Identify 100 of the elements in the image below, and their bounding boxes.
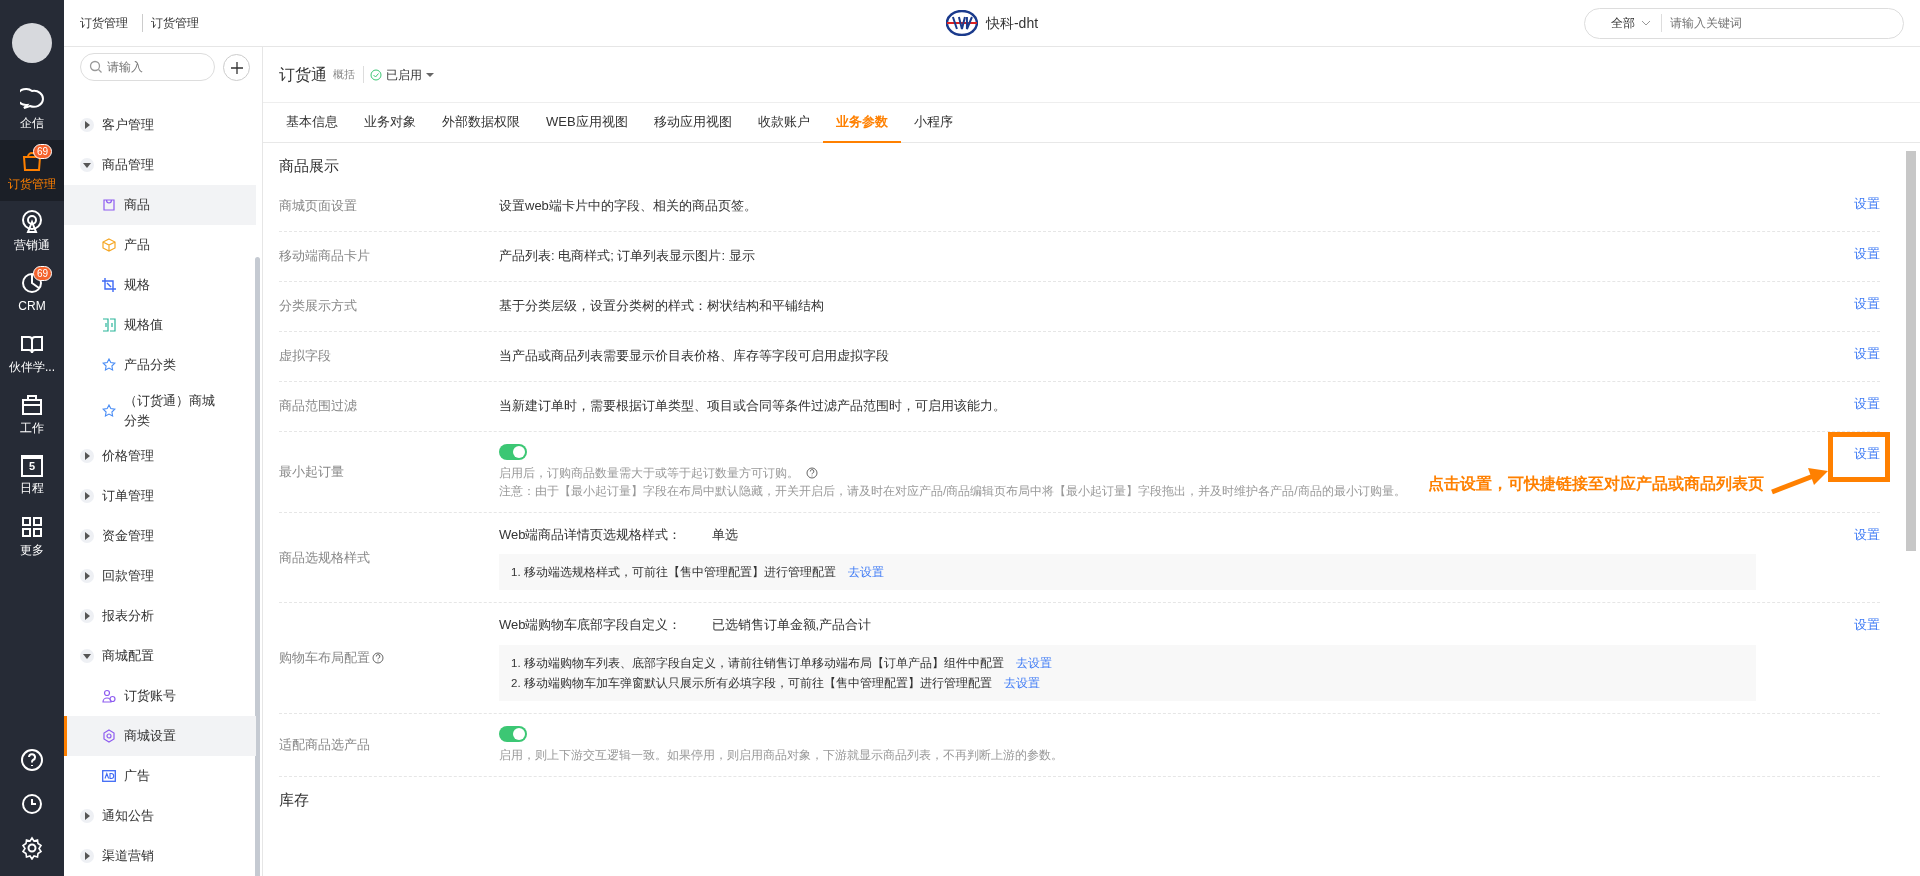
star-badge-icon	[102, 358, 116, 372]
rail-item[interactable]: 订货管理 69	[0, 140, 64, 201]
settings-link[interactable]: 设置	[1800, 243, 1880, 263]
rail-item[interactable]: 更多	[0, 506, 64, 567]
setting-label: 虚拟字段	[279, 347, 331, 366]
setting-description: 设置web端卡片中的字段、相关的商品页签。	[499, 197, 758, 216]
setting-label: 商品选规格样式	[279, 548, 370, 567]
tab[interactable]: 小程序	[900, 103, 966, 143]
setting-label: 商品范围过滤	[279, 397, 357, 416]
rail-item[interactable]: 伙伴学...	[0, 323, 64, 384]
star-badge-icon	[102, 403, 116, 418]
rail-item[interactable]: 5 日程	[0, 445, 64, 506]
sidebar-group[interactable]: 渠道营销	[64, 836, 262, 876]
sidebar-group[interactable]: 客户管理	[64, 105, 262, 145]
rail-item[interactable]: 工作	[0, 384, 64, 445]
scrollbar[interactable]	[255, 257, 260, 876]
setting-label: 适配商品选产品	[279, 735, 370, 754]
settings-icon[interactable]	[20, 836, 44, 860]
users-icon	[102, 689, 116, 703]
hint-text: 启用后，订购商品数量需大于或等于起订数量方可订购。	[499, 464, 799, 482]
breadcrumb-item[interactable]: 订货管理	[142, 14, 199, 32]
caret-down-icon	[83, 161, 91, 169]
caret-right-icon	[83, 532, 91, 540]
setting-description: 当产品或商品列表需要显示价目表价格、库存等字段可启用虚拟字段	[499, 347, 890, 366]
sidebar-item[interactable]: 产品分类	[64, 345, 256, 385]
logo-icon	[945, 10, 978, 36]
settings-link[interactable]: 设置	[1800, 615, 1880, 635]
caret-right-icon	[83, 572, 91, 580]
add-button[interactable]	[223, 53, 250, 81]
toggle-switch[interactable]	[499, 725, 527, 742]
chat-bubble-icon	[20, 87, 44, 112]
field-value: 单选	[711, 525, 738, 544]
plus-icon	[230, 61, 243, 74]
settings-link[interactable]: 设置	[1800, 443, 1880, 463]
breadcrumb-item[interactable]: 订货管理	[80, 14, 128, 32]
count-badge: 69	[33, 144, 53, 159]
sidebar-group[interactable]: 商城配置	[64, 636, 262, 676]
scope-dropdown[interactable]: 全部	[1585, 14, 1662, 32]
caret-right-icon	[83, 812, 91, 820]
sidebar-group[interactable]: 商品管理	[64, 145, 262, 185]
toggle-switch[interactable]	[499, 443, 527, 460]
rail-item[interactable]: 营销通	[0, 201, 64, 262]
briefcase-icon	[20, 392, 44, 417]
sidebar-item[interactable]: 订货账号	[64, 676, 256, 716]
sidebar-group[interactable]: 报表分析	[64, 596, 262, 636]
rail-item[interactable]: CRM 69	[0, 262, 64, 323]
sidebar-group[interactable]: 订单管理	[64, 476, 262, 516]
settings-link[interactable]: 设置	[1800, 293, 1880, 313]
status-dropdown[interactable]: 已启用	[370, 65, 434, 84]
sidebar-item[interactable]: 广告	[64, 756, 256, 796]
sidebar-group[interactable]: 通知公告	[64, 796, 262, 836]
search-field[interactable]: 请输入关键词	[1662, 13, 1862, 33]
help-icon[interactable]	[20, 748, 44, 772]
tab[interactable]: 基本信息	[273, 103, 351, 143]
setting-label: 商城页面设置	[279, 197, 357, 216]
sidebar-group[interactable]: 回款管理	[64, 556, 262, 596]
rail-item[interactable]: 企信	[0, 79, 64, 140]
tab[interactable]: 业务对象	[351, 103, 429, 143]
caret-right-icon	[83, 612, 91, 620]
framed-panel-icon	[102, 770, 116, 782]
grid-icon	[20, 514, 44, 539]
setting-link[interactable]: 去设置	[1015, 652, 1052, 673]
settings-link[interactable]: 设置	[1800, 343, 1880, 363]
sidebar-item[interactable]: 规格	[64, 265, 256, 305]
sidebar-item[interactable]: 产品	[64, 225, 256, 265]
section-title: 商品展示	[279, 156, 340, 176]
caret-right-icon	[83, 452, 91, 460]
scrollbar[interactable]	[1906, 151, 1916, 551]
avatar[interactable]	[12, 23, 52, 63]
sidebar-item[interactable]: 商城设置	[64, 716, 256, 756]
sidebar-group[interactable]: 资金管理	[64, 516, 262, 556]
note-text: 注意：由于【最小起订量】字段在布局中默认隐藏，开关开启后，请及时在对应产品/商品编辑页布局中将【最小起订量】字段拖出，并及时维护各产品/商品的最小订购量。	[499, 483, 1406, 498]
count-badge: 69	[33, 266, 53, 281]
brand-name: 快科-dht	[985, 13, 1039, 33]
note-text: 1. 移动端购物车列表、底部字段自定义，请前往销售订单移动端布局【订单产品】组件中配置	[511, 655, 1004, 671]
settings-link[interactable]: 设置	[1800, 193, 1880, 213]
setting-link[interactable]: 去设置	[847, 562, 884, 582]
setting-label: 最小起订量	[279, 462, 344, 481]
clock-icon[interactable]	[20, 792, 44, 816]
tab[interactable]: 外部数据权限	[429, 103, 533, 143]
sidebar-item[interactable]: 规格值	[64, 305, 256, 345]
sidebar-item[interactable]: （订货通）商城分类	[64, 385, 256, 436]
caret-right-icon	[83, 492, 91, 500]
sidebar-item[interactable]: 商品	[64, 185, 256, 225]
settings-link[interactable]: 设置	[1800, 524, 1880, 544]
field-value: 已选销售订单金额,产品合计	[711, 616, 872, 634]
setting-link[interactable]: 去设置	[1003, 672, 1040, 693]
search-field[interactable]: 请输入	[80, 53, 215, 81]
caret-right-icon	[83, 121, 91, 129]
summary-link[interactable]: 概括	[333, 66, 364, 83]
tab[interactable]: 收款账户	[744, 103, 823, 143]
hint-text: 启用，则上下游交互逻辑一致。如果停用，则启用商品对象，下游就显示商品列表，不再判断上游的参数。	[499, 746, 1063, 764]
tab[interactable]: 移动应用视图	[640, 103, 745, 143]
app-title: 订货通	[279, 64, 327, 85]
sidebar-group[interactable]: 价格管理	[64, 436, 262, 476]
field-label: Web端购物车底部字段自定义：	[499, 616, 682, 634]
settings-link[interactable]: 设置	[1800, 393, 1880, 413]
calendar-icon: 5	[21, 454, 43, 477]
tab[interactable]: WEB应用视图	[533, 103, 641, 143]
setting-label: 分类展示方式	[279, 297, 357, 316]
